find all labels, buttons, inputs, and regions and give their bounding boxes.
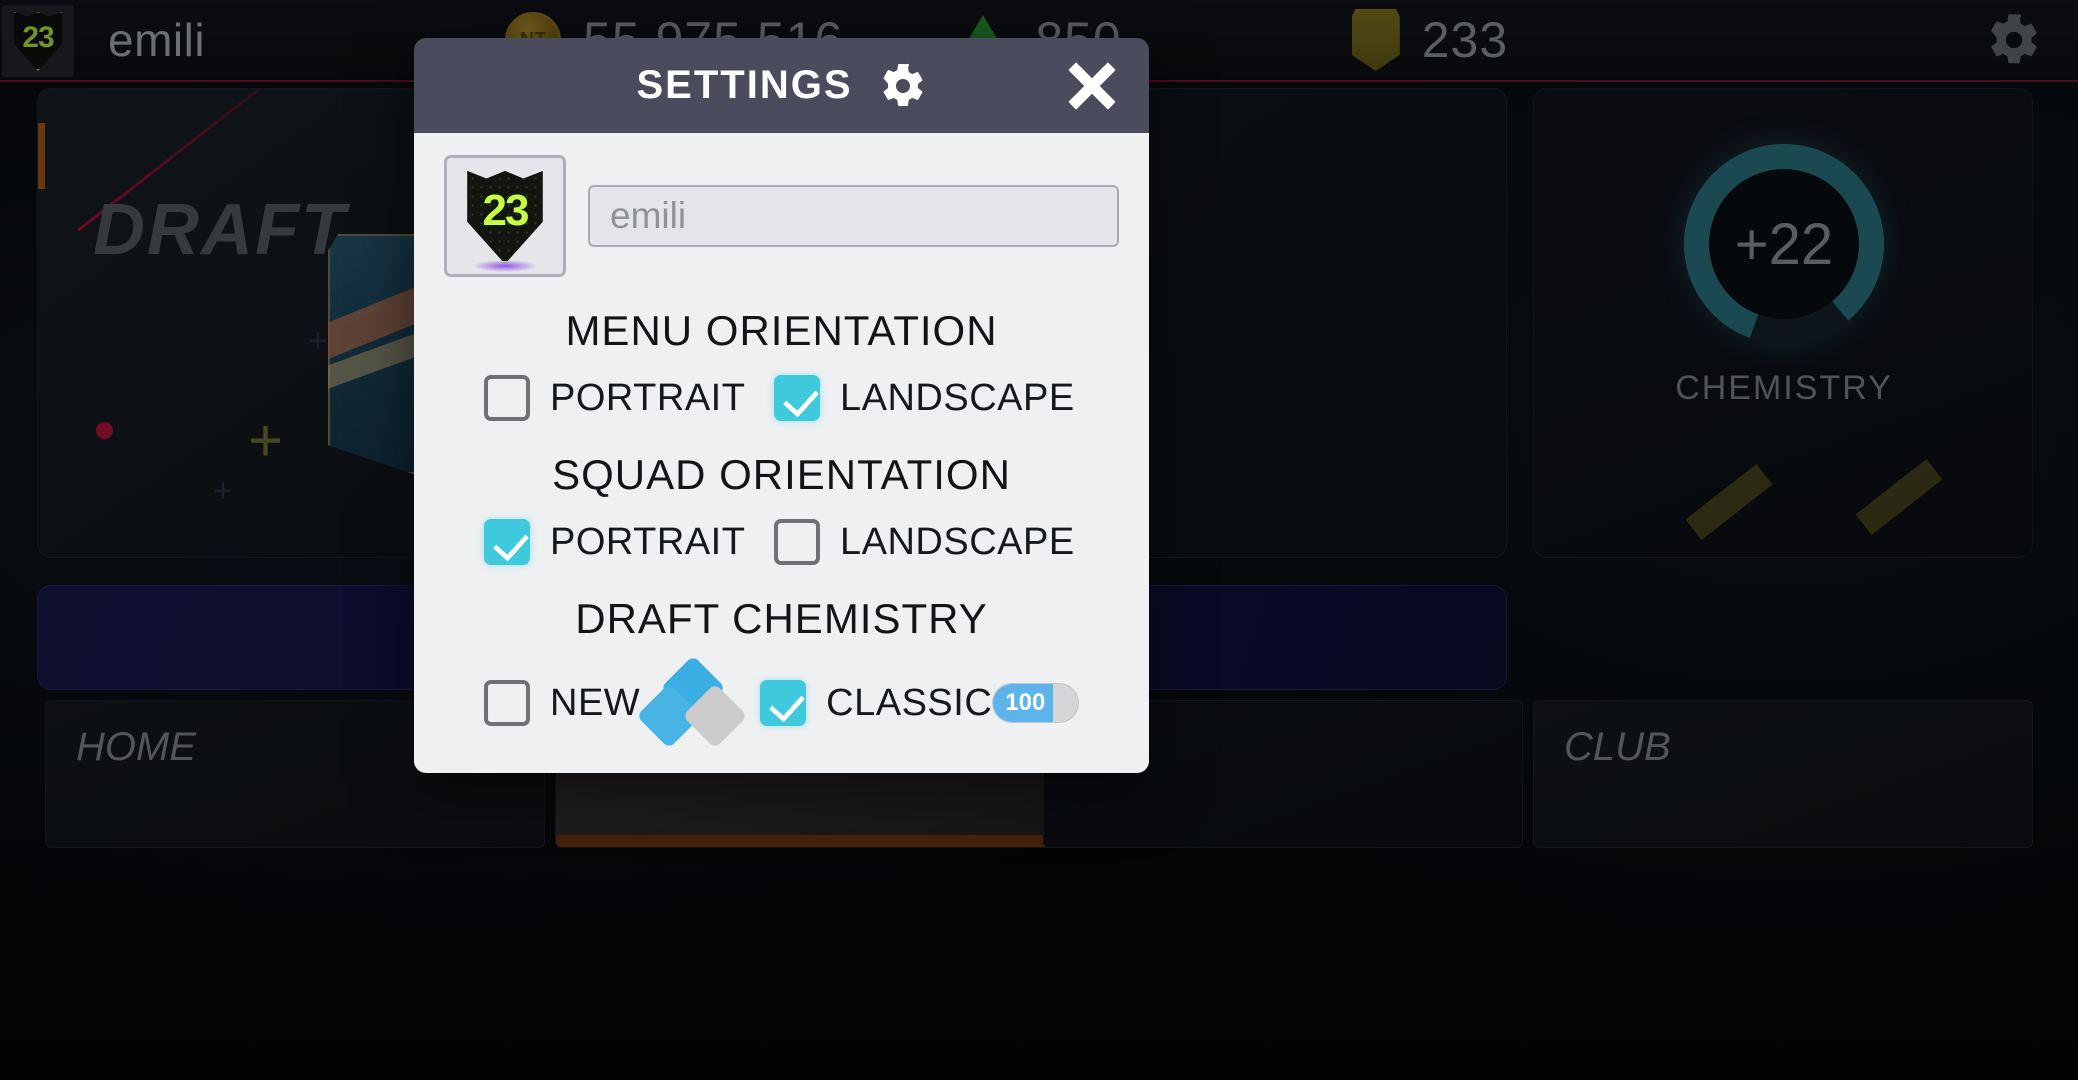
- app-root: DRAFT + + + Select and Build a Team from…: [0, 0, 2078, 1080]
- option-label: NEW: [550, 681, 641, 724]
- modal-header: SETTINGS: [414, 38, 1149, 133]
- checkbox-menu-landscape[interactable]: [774, 375, 820, 421]
- option-menu-landscape[interactable]: LANDSCAPE: [774, 375, 1075, 421]
- club-name-input[interactable]: emili: [588, 185, 1119, 247]
- checkbox-squad-portrait[interactable]: [484, 519, 530, 565]
- settings-modal: SETTINGS 23 emili MENU ORIENTATION PORTR…: [414, 38, 1149, 773]
- option-label: PORTRAIT: [550, 520, 746, 563]
- chemistry-diamonds-icon: [636, 655, 748, 749]
- option-label: LANDSCAPE: [840, 520, 1075, 563]
- option-chemistry-new[interactable]: NEW: [484, 680, 640, 726]
- option-label: CLASSIC: [826, 681, 993, 724]
- menu-orientation-options: PORTRAIT LANDSCAPE: [444, 375, 1119, 421]
- option-squad-portrait[interactable]: PORTRAIT: [484, 519, 774, 565]
- option-label: PORTRAIT: [550, 376, 746, 419]
- slider-value: 100: [1005, 689, 1046, 716]
- checkbox-menu-portrait[interactable]: [484, 375, 530, 421]
- draft-chemistry-options: NEW CLASSIC 100: [444, 655, 1119, 749]
- section-heading-squad-orientation: SQUAD ORIENTATION: [552, 451, 1011, 498]
- option-label: LANDSCAPE: [840, 376, 1075, 419]
- squad-orientation-options: PORTRAIT LANDSCAPE: [444, 519, 1119, 565]
- profile-row: 23 emili: [444, 155, 1119, 277]
- gear-icon: [879, 62, 927, 110]
- option-squad-landscape[interactable]: LANDSCAPE: [774, 519, 1075, 565]
- section-heading-menu-orientation: MENU ORIENTATION: [565, 307, 998, 354]
- checkbox-chemistry-classic[interactable]: [760, 680, 807, 726]
- modal-body: 23 emili MENU ORIENTATION PORTRAIT LANDS…: [414, 133, 1149, 773]
- modal-title: SETTINGS: [636, 63, 853, 107]
- section-heading-draft-chemistry: DRAFT CHEMISTRY: [575, 595, 988, 642]
- close-icon[interactable]: [1061, 55, 1123, 117]
- club-badge-button[interactable]: 23: [444, 155, 566, 277]
- club-badge-icon: 23: [463, 168, 547, 272]
- chemistry-slider[interactable]: 100: [992, 683, 1079, 723]
- checkbox-chemistry-new[interactable]: [484, 680, 530, 726]
- option-chemistry-classic[interactable]: CLASSIC: [760, 680, 992, 726]
- checkbox-squad-landscape[interactable]: [774, 519, 820, 565]
- option-menu-portrait[interactable]: PORTRAIT: [484, 375, 774, 421]
- badge-number: 23: [482, 186, 530, 235]
- club-name-value: emili: [610, 195, 687, 236]
